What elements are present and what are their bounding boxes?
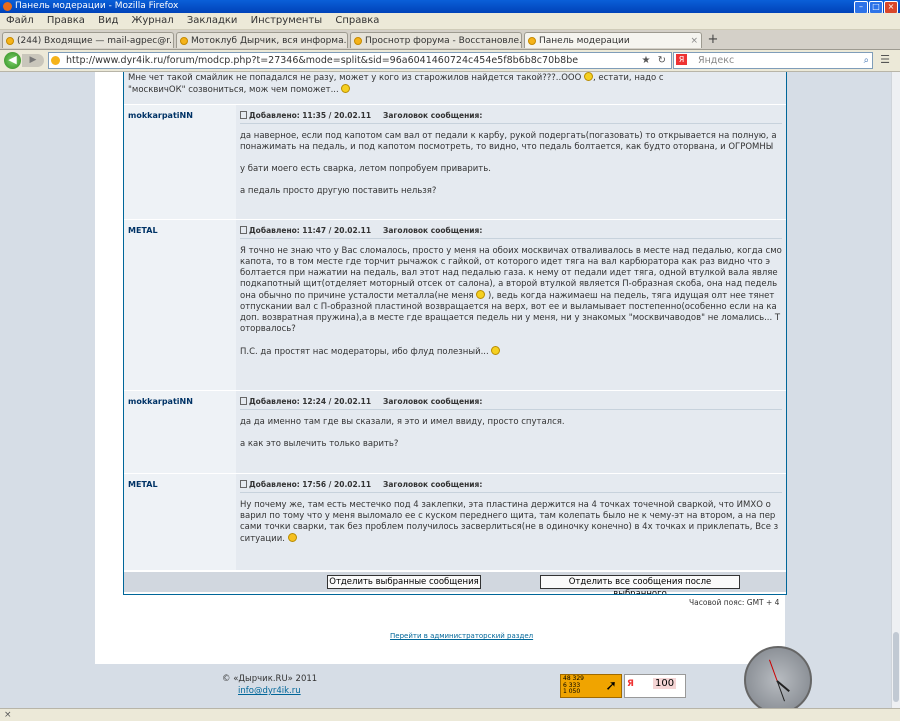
url-bar[interactable]: http://www.dyr4ik.ru/forum/modcp.php?t=2… <box>48 52 672 69</box>
tab-bar: (244) Входящие — mail-agpec@r... Мотоклу… <box>0 30 900 50</box>
search-placeholder: Яндекс <box>698 55 735 66</box>
split-buttons-bar: Отделить выбранные сообщения Отделить вс… <box>124 571 786 594</box>
new-tab-button[interactable]: + <box>703 32 723 48</box>
post-icon <box>240 111 247 119</box>
post-icon <box>240 397 247 405</box>
search-box[interactable]: Я Яндекс ⌕ <box>673 52 873 69</box>
menu-edit[interactable]: Правка <box>47 15 85 26</box>
window-title: Панель модерации - Mozilla Firefox <box>15 1 179 11</box>
post-body: Ну почему же, там есть местечко под 4 за… <box>240 500 779 544</box>
tab-favicon-icon <box>528 37 536 45</box>
tab-label: (244) Входящие — mail-agpec@r... <box>17 36 174 46</box>
back-button[interactable]: ◀ <box>4 52 21 69</box>
post-message: Добавлено: 17:56 / 20.02.11 Заголовок соо… <box>236 474 786 570</box>
previous-post-text: Мне чет такой смайлик не попадался не ра… <box>128 72 664 95</box>
search-icon[interactable]: ⌕ <box>864 53 869 68</box>
posts-panel: Мне чет такой смайлик не попадался не ра… <box>123 72 787 595</box>
post-meta: Добавлено: 11:47 / 20.02.11 Заголовок соо… <box>240 226 482 235</box>
tab-close-icon[interactable]: × <box>690 33 698 48</box>
smile-icon <box>341 84 351 93</box>
post-row: METAL Добавлено: 17:56 / 20.02.11 Заголов… <box>124 474 786 571</box>
menu-view[interactable]: Вид <box>98 15 118 26</box>
footer-email-link[interactable]: info@dyr4ik.ru <box>238 686 301 696</box>
navigation-bar: ◀ ▶ http://www.dyr4ik.ru/forum/modcp.php… <box>0 50 900 72</box>
status-bar: × <box>0 708 900 721</box>
counter-badge-1[interactable]: 48 329 6 333 1 050 ➚ <box>560 674 622 698</box>
admin-link[interactable]: Перейти в администраторский раздел <box>390 632 533 640</box>
forward-button[interactable]: ▶ <box>22 54 44 67</box>
post-meta: Добавлено: 11:35 / 20.02.11 Заголовок соо… <box>240 111 482 120</box>
cool-smile-icon <box>287 533 297 542</box>
tab-motoclub[interactable]: Мотоклуб Дырчик, вся информа... <box>176 32 348 48</box>
post-author: mokkarpatiNN <box>124 105 234 219</box>
post-body: Я точно не знаю что у Вас сломалось, про… <box>240 246 782 357</box>
bookmark-star-icon[interactable]: ★ ↻ <box>641 53 668 68</box>
post-icon <box>240 480 247 488</box>
tab-label: Панель модерации <box>539 36 630 46</box>
site-favicon-icon <box>51 56 60 65</box>
yandex-icon: Я <box>676 54 687 65</box>
split-after-button[interactable]: Отделить все сообщения после выбранного <box>540 575 740 594</box>
tab-mail[interactable]: (244) Входящие — mail-agpec@r... <box>2 32 174 48</box>
post-icon <box>240 226 247 234</box>
tab-label: Проснотр форума - Восстановле... <box>365 36 522 46</box>
scrollbar-thumb[interactable] <box>893 632 899 702</box>
menu-history[interactable]: Журнал <box>132 15 174 26</box>
tab-favicon-icon <box>6 37 14 45</box>
tab-forum-view[interactable]: Проснотр форума - Восстановле... <box>350 32 522 48</box>
page-scrollbar[interactable] <box>891 72 900 708</box>
previous-post-fragment: Мне чет такой смайлик не попадался не ра… <box>124 72 786 104</box>
menu-tools[interactable]: Инструменты <box>251 15 323 26</box>
url-text: http://www.dyr4ik.ru/forum/modcp.php?t=2… <box>66 55 579 66</box>
smile-icon <box>583 72 593 81</box>
page-content: Мне чет такой смайлик не попадался не ра… <box>95 72 787 664</box>
post-author: mokkarpatiNN <box>124 391 234 473</box>
post-body: да наверное, если под капотом сам вал от… <box>240 131 777 196</box>
post-row: mokkarpatiNN Добавлено: 11:35 / 20.02.11… <box>124 105 786 220</box>
post-author: METAL <box>124 474 234 570</box>
menu-help[interactable]: Справка <box>335 15 379 26</box>
post-message: Добавлено: 11:35 / 20.02.11 Заголовок соо… <box>236 105 786 219</box>
menu-file[interactable]: Файл <box>6 15 34 26</box>
counter-digits: 48 329 6 333 1 050 <box>563 675 584 695</box>
timezone-label: Часовой пояс: GMT + 4 <box>689 598 780 607</box>
post-meta: Добавлено: 12:24 / 20.02.11 Заголовок соо… <box>240 397 482 406</box>
menu-bookmarks[interactable]: Закладки <box>187 15 238 26</box>
post-row: mokkarpatiNN Добавлено: 12:24 / 20.02.11… <box>124 391 786 474</box>
post-meta: Добавлено: 17:56 / 20.02.11 Заголовок соо… <box>240 480 482 489</box>
smile-icon <box>476 290 486 299</box>
tab-favicon-icon <box>180 37 188 45</box>
window-titlebar: Панель модерации - Mozilla Firefox – □ × <box>0 0 900 14</box>
firefox-icon <box>3 2 12 11</box>
clock-widget-icon <box>744 646 812 708</box>
tab-favicon-icon <box>354 37 362 45</box>
post-row: METAL Добавлено: 11:47 / 20.02.11 Заголов… <box>124 220 786 391</box>
counter-value: 100 <box>653 678 677 689</box>
footer-copyright: © «Дырчик.RU» 2011 <box>222 674 318 684</box>
split-selected-button[interactable]: Отделить выбранные сообщения <box>327 575 481 589</box>
tab-moderation[interactable]: Панель модерации × <box>524 32 702 48</box>
arrow-icon: ➚ <box>605 678 617 694</box>
post-message: Добавлено: 11:47 / 20.02.11 Заголовок соо… <box>236 220 786 390</box>
addon-bar-icon[interactable]: ☰ <box>877 53 893 67</box>
smile-icon <box>491 346 501 355</box>
page-viewport: Мне чет такой смайлик не попадался не ра… <box>0 72 892 708</box>
status-close-icon[interactable]: × <box>4 709 12 721</box>
post-author: METAL <box>124 220 234 390</box>
menu-bar: Файл Правка Вид Журнал Закладки Инструме… <box>0 13 900 30</box>
post-message: Добавлено: 12:24 / 20.02.11 Заголовок соо… <box>236 391 786 473</box>
yandex-icon: Я <box>627 679 634 689</box>
counter-badge-2[interactable]: Я 100 <box>624 674 686 698</box>
tab-label: Мотоклуб Дырчик, вся информа... <box>191 36 348 46</box>
post-body: да да именно там где вы сказали, я это и… <box>240 417 565 449</box>
